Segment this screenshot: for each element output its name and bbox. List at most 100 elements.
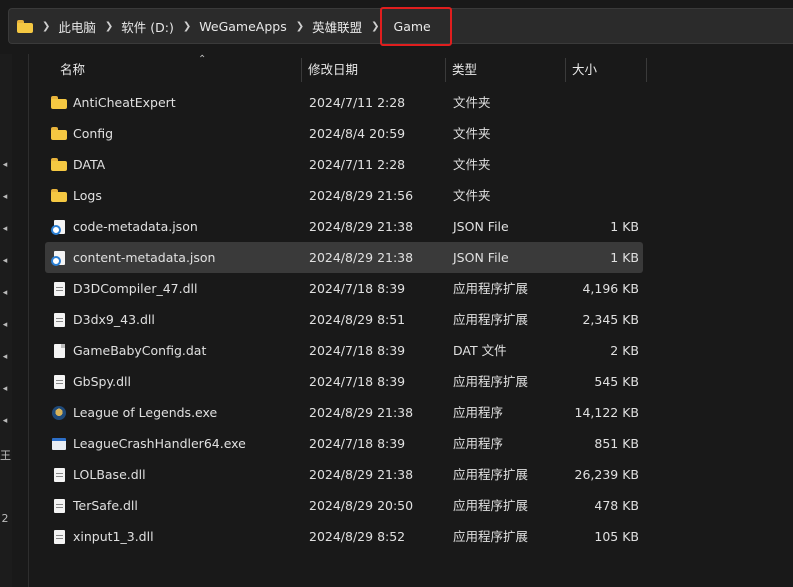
file-list: AntiCheatExpert 2024/7/11 2:28 文件夹 Config 20… [45, 87, 643, 552]
file-size: 26,239 KB [574, 467, 639, 482]
pin-icon: ◂ [2, 160, 8, 170]
file-name-cell[interactable]: D3DCompiler_47.dll [51, 273, 197, 304]
chevron-right-icon[interactable]: ❯ [296, 21, 304, 32]
file-row[interactable]: GameBabyConfig.dat 2024/7/18 8:39 DAT 文件 2 … [45, 335, 643, 366]
file-name: Logs [73, 188, 102, 203]
sort-ascending-icon: ⌃ [198, 54, 207, 65]
file-type: 文件夹 [453, 126, 491, 141]
file-row[interactable]: TerSafe.dll 2024/8/29 20:50 应用程序扩展 478 KB [45, 490, 643, 521]
file-name-cell[interactable]: GameBabyConfig.dat [51, 335, 206, 366]
column-header-size[interactable]: 大小 [566, 54, 647, 86]
breadcrumb-label[interactable]: Game [379, 6, 452, 46]
folder-icon [51, 189, 67, 202]
nav-glyph: 2 [1, 512, 9, 525]
breadcrumb-this-pc[interactable]: ❯ 此电脑 [33, 17, 96, 36]
file-modified-date: 2024/7/18 8:39 [309, 436, 406, 451]
file-size: 851 KB [594, 436, 639, 451]
file-row[interactable]: GbSpy.dll 2024/7/18 8:39 应用程序扩展 545 KB [45, 366, 643, 397]
folder-icon [51, 127, 67, 140]
breadcrumb-label[interactable]: WeGameApps [199, 19, 286, 34]
file-name-cell[interactable]: AntiCheatExpert [51, 87, 176, 118]
breadcrumb-wegameapps[interactable]: ❯ WeGameApps [174, 19, 287, 34]
breadcrumb-lol[interactable]: ❯ 英雄联盟 [287, 17, 362, 36]
file-name-cell[interactable]: LOLBase.dll [51, 459, 146, 490]
breadcrumb-game[interactable]: ❯ Game [362, 6, 452, 46]
breadcrumb-label[interactable]: 英雄联盟 [312, 17, 362, 36]
file-row[interactable]: LOLBase.dll 2024/8/29 21:38 应用程序扩展 26,239 K… [45, 459, 643, 490]
file-modified-date: 2024/8/29 20:50 [309, 498, 414, 513]
file-row[interactable]: Logs 2024/8/29 21:56 文件夹 [45, 180, 643, 211]
file-name-cell[interactable]: xinput1_3.dll [51, 521, 154, 552]
file-row[interactable]: LeagueCrashHandler64.exe 2024/7/18 8:39 应用… [45, 428, 643, 459]
file-name: TerSafe.dll [73, 498, 138, 513]
column-header-row: ⌃ 名称 修改日期 类型 大小 [30, 54, 793, 86]
pin-icon: ◂ [2, 256, 8, 266]
file-name-cell[interactable]: code-metadata.json [50, 211, 198, 242]
dll-file-icon [53, 467, 65, 482]
pin-icon: ◂ [2, 192, 8, 202]
file-size: 1 KB [610, 219, 639, 234]
file-size: 14,122 KB [574, 405, 639, 420]
file-row[interactable]: AntiCheatExpert 2024/7/11 2:28 文件夹 [45, 87, 643, 118]
file-row[interactable]: League of Legends.exe 2024/8/29 21:38 应用程序… [45, 397, 643, 428]
breadcrumb-label[interactable]: 此电脑 [58, 17, 96, 36]
file-modified-date: 2024/7/18 8:39 [309, 281, 406, 296]
file-name: League of Legends.exe [73, 405, 218, 420]
dll-file-icon [53, 498, 65, 513]
column-header-date[interactable]: 修改日期 [302, 54, 446, 86]
file-name: DATA [73, 157, 106, 172]
json-file-icon [50, 219, 65, 235]
file-name-cell[interactable]: TerSafe.dll [51, 490, 138, 521]
file-row[interactable]: xinput1_3.dll 2024/8/29 8:52 应用程序扩展 105 KB [45, 521, 643, 552]
file-icon [53, 343, 65, 358]
file-name-cell[interactable]: LeagueCrashHandler64.exe [51, 428, 246, 459]
file-row[interactable]: Config 2024/8/4 20:59 文件夹 [45, 118, 643, 149]
file-name-cell[interactable]: Logs [51, 180, 102, 211]
file-row[interactable]: code-metadata.json 2024/8/29 21:38 JSON Fi… [45, 211, 643, 242]
file-name: LeagueCrashHandler64.exe [73, 436, 246, 451]
file-row[interactable]: content-metadata.json 2024/8/29 21:38 JSON… [45, 242, 643, 273]
file-row[interactable]: D3DCompiler_47.dll 2024/7/18 8:39 应用程序扩展 4,… [45, 273, 643, 304]
file-modified-date: 2024/8/4 20:59 [309, 126, 406, 141]
file-name: Config [73, 126, 114, 141]
breadcrumb-label[interactable]: 软件 (D:) [121, 17, 174, 36]
file-row[interactable]: D3dx9_43.dll 2024/8/29 8:51 应用程序扩展 2,345 KB [45, 304, 643, 335]
file-name: content-metadata.json [73, 250, 216, 265]
file-name-cell[interactable]: content-metadata.json [50, 242, 216, 273]
file-name: LOLBase.dll [73, 467, 146, 482]
exe-window-icon [52, 437, 66, 450]
file-name-cell[interactable]: D3dx9_43.dll [51, 304, 155, 335]
file-modified-date: 2024/8/29 21:38 [309, 467, 414, 482]
file-type: 文件夹 [453, 188, 491, 203]
file-modified-date: 2024/8/29 21:56 [309, 188, 414, 203]
file-name-cell[interactable]: DATA [51, 149, 105, 180]
pin-icon: ◂ [2, 384, 8, 394]
file-row[interactable]: DATA 2024/7/11 2:28 文件夹 [45, 149, 643, 180]
column-header-name[interactable]: ⌃ 名称 [54, 54, 302, 86]
navigation-pane[interactable]: ◂ ◂ ◂ ◂ ◂ ◂ ◂ ◂ ◂ 王 2 [0, 54, 12, 587]
file-name-cell[interactable]: GbSpy.dll [51, 366, 131, 397]
file-type: 应用程序扩展 [453, 312, 529, 327]
folder-icon [51, 158, 67, 171]
file-type: DAT 文件 [453, 343, 507, 358]
file-size: 478 KB [594, 498, 639, 513]
chevron-right-icon[interactable]: ❯ [183, 21, 191, 32]
chevron-right-icon[interactable]: ❯ [42, 21, 50, 32]
file-name-cell[interactable]: Config [51, 118, 113, 149]
address-bar[interactable]: ❯ 此电脑 ❯ 软件 (D:) ❯ WeGameApps ❯ 英雄联盟 ❯ Ga… [8, 6, 793, 46]
chevron-right-icon[interactable]: ❯ [105, 21, 113, 32]
file-modified-date: 2024/7/11 2:28 [309, 157, 406, 172]
file-modified-date: 2024/7/18 8:39 [309, 343, 406, 358]
file-size: 1 KB [610, 250, 639, 265]
pane-divider[interactable] [28, 54, 29, 587]
nav-glyph: 王 [0, 449, 11, 462]
breadcrumb-drive-d[interactable]: ❯ 软件 (D:) [96, 17, 174, 36]
file-type: 应用程序 [453, 405, 504, 420]
file-size: 2,345 KB [582, 312, 639, 327]
file-name-cell[interactable]: League of Legends.exe [51, 397, 217, 428]
file-type: JSON File [453, 219, 509, 234]
file-type: 应用程序扩展 [453, 374, 529, 389]
file-modified-date: 2024/8/29 21:38 [309, 405, 414, 420]
chevron-right-icon[interactable]: ❯ [371, 21, 379, 32]
column-header-type[interactable]: 类型 [446, 54, 566, 86]
